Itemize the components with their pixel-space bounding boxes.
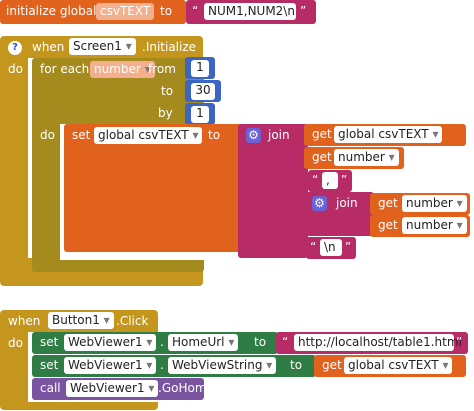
get-variable-dropdown[interactable]: number xyxy=(402,217,467,234)
set-to-label: to xyxy=(290,358,303,372)
component-dropdown-webviewer1[interactable]: WebViewer1 xyxy=(66,380,159,397)
global-init-text-value[interactable]: NUM1,NUM2\n xyxy=(204,3,296,20)
get-label: get xyxy=(312,150,332,164)
set-label: set xyxy=(40,358,59,372)
component-dropdown-screen1[interactable]: Screen1 xyxy=(69,38,136,55)
comma-text-value[interactable]: , xyxy=(322,172,338,189)
set-global-block[interactable]: set global csvTEXT to xyxy=(64,124,242,252)
set-variable-dropdown[interactable]: global csvTEXT xyxy=(94,127,203,144)
url-text-value[interactable]: http://localhost/table1.html xyxy=(294,334,462,351)
newline-text-value[interactable]: \n xyxy=(320,239,342,256)
set-to-label: to xyxy=(208,128,221,142)
component-dropdown-webviewer1[interactable]: WebViewer1 xyxy=(64,357,157,374)
get-variable-dropdown[interactable]: number xyxy=(334,149,399,166)
open-quote-icon: “ xyxy=(282,335,289,349)
open-quote-icon: “ xyxy=(310,240,317,254)
component-dropdown-webviewer1[interactable]: WebViewer1 xyxy=(64,334,157,351)
global-init-label: initialize global xyxy=(6,4,97,18)
comma-text-block[interactable]: “ , ” xyxy=(308,170,352,192)
for-each-label: for each xyxy=(40,62,90,76)
close-quote-icon: ” xyxy=(456,335,463,349)
join-block-outer[interactable]: ⚙ join xyxy=(238,124,308,258)
open-quote-icon: “ xyxy=(312,173,319,187)
event-name-click: .Click xyxy=(116,314,149,328)
from-label: from xyxy=(148,62,176,76)
global-init-text-block[interactable]: “ NUM1,NUM2\n ” xyxy=(186,0,316,24)
mutator-gear-icon[interactable]: ⚙ xyxy=(312,196,327,211)
when-label: when xyxy=(8,314,41,328)
get-label: get xyxy=(322,358,342,372)
property-dropdown-webviewstring[interactable]: WebViewString xyxy=(168,357,277,374)
close-quote-icon: ” xyxy=(345,240,352,254)
global-init-to-label: to xyxy=(160,4,173,18)
dot-separator: . xyxy=(160,335,164,349)
get-label: get xyxy=(312,127,332,141)
join-label: join xyxy=(336,196,358,210)
get-number-block[interactable]: get number xyxy=(370,215,470,237)
set-to-label: to xyxy=(254,335,267,349)
join-label: join xyxy=(268,128,290,142)
global-init-block[interactable]: initialize global csvTEXT to xyxy=(0,0,186,24)
get-variable-dropdown[interactable]: number xyxy=(402,195,467,212)
set-homeurl-block[interactable]: set WebViewer1 . HomeUrl to xyxy=(32,332,278,354)
get-global-csvtext-block[interactable]: get global csvTEXT xyxy=(304,124,466,146)
loop-do-label: do xyxy=(40,128,55,142)
from-value[interactable]: 1 xyxy=(191,60,209,77)
newline-text-block[interactable]: “ \n ” xyxy=(306,237,356,259)
set-webviewstring-block[interactable]: set WebViewer1 . WebViewString to xyxy=(32,355,316,377)
set-label: set xyxy=(40,335,59,349)
mutator-gear-icon[interactable]: ⚙ xyxy=(246,128,261,143)
get-number-block[interactable]: get number xyxy=(370,193,470,215)
get-variable-dropdown[interactable]: global csvTEXT xyxy=(344,357,453,374)
call-gohome-block[interactable]: call WebViewer1 .GoHome xyxy=(32,378,214,400)
get-label: get xyxy=(378,218,398,232)
get-number-block[interactable]: get number xyxy=(304,147,404,169)
loop-variable-field[interactable]: number xyxy=(90,61,155,78)
join-block-inner[interactable]: ⚙ join xyxy=(306,192,374,236)
property-dropdown-homeurl[interactable]: HomeUrl xyxy=(168,334,239,351)
number-block-by[interactable]: 1 xyxy=(185,103,215,125)
to-label: to xyxy=(161,84,174,98)
get-label: get xyxy=(378,196,398,210)
call-label: call xyxy=(40,381,61,395)
do-label: do xyxy=(8,336,23,350)
open-quote-icon: “ xyxy=(192,4,199,18)
by-value[interactable]: 1 xyxy=(191,106,209,123)
number-block-to[interactable]: 30 xyxy=(185,80,221,102)
close-quote-icon: ” xyxy=(341,173,348,187)
number-block-from[interactable]: 1 xyxy=(185,57,215,79)
get-global-csvtext-block[interactable]: get global csvTEXT xyxy=(314,355,466,377)
event-name-initialize: .Initialize xyxy=(142,40,197,54)
do-label: do xyxy=(8,62,23,76)
dot-separator: . xyxy=(160,358,164,372)
to-value[interactable]: 30 xyxy=(191,83,215,100)
url-text-block[interactable]: “ http://localhost/table1.html ” xyxy=(276,332,468,354)
set-label: set xyxy=(72,128,91,142)
by-label: by xyxy=(158,106,173,120)
info-icon[interactable]: ? xyxy=(8,41,22,55)
component-dropdown-button1[interactable]: Button1 xyxy=(48,312,114,329)
global-var-name-field[interactable]: csvTEXT xyxy=(96,3,155,20)
when-label: when xyxy=(32,40,65,54)
method-name-gohome: .GoHome xyxy=(158,381,214,395)
get-variable-dropdown[interactable]: global csvTEXT xyxy=(334,126,443,143)
close-quote-icon: ” xyxy=(300,4,307,18)
